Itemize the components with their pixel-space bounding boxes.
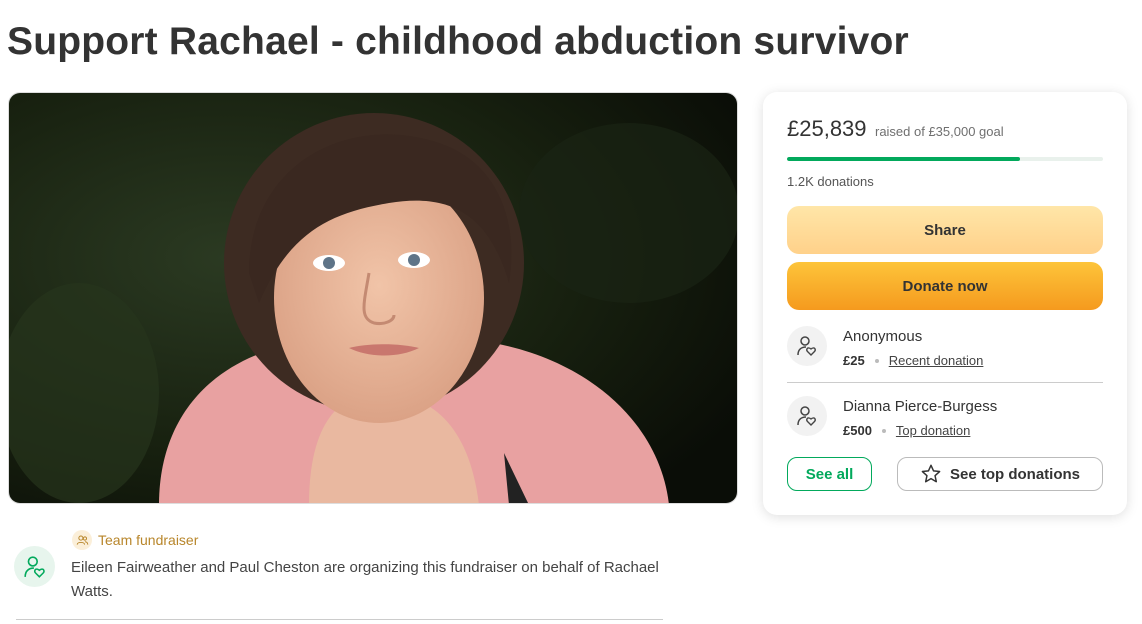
organizer-avatar <box>14 546 55 587</box>
separator-dot <box>881 428 886 433</box>
donor-name: Dianna Pierce-Burgess <box>843 398 998 415</box>
organizer-section: Team fundraiser Eileen Fairweather and P… <box>14 528 664 620</box>
donation-item: Dianna Pierce-Burgess £500 Top donation <box>787 394 1103 454</box>
top-donation-link[interactable]: Top donation <box>896 423 970 438</box>
hero-image <box>8 92 738 504</box>
separator-dot <box>874 358 879 363</box>
team-icon <box>72 530 92 550</box>
portrait-photo <box>9 93 737 503</box>
team-fundraiser-badge: Team fundraiser <box>72 530 198 550</box>
see-top-donations-label: See top donations <box>949 465 1080 483</box>
heart-person-icon <box>797 406 816 426</box>
goal-text: raised of £35,000 goal <box>874 124 1004 139</box>
see-all-button[interactable]: See all <box>787 457 872 491</box>
raised-summary: £25,839 raised of £35,000 goal <box>787 116 1004 142</box>
donor-avatar <box>787 326 827 366</box>
donation-amount: £500 <box>843 423 872 438</box>
heart-person-icon <box>797 336 816 356</box>
share-button[interactable]: Share <box>787 206 1103 254</box>
progress-fill <box>787 157 1021 161</box>
see-top-donations-button[interactable]: See top donations <box>897 457 1103 491</box>
donation-card: £25,839 raised of £35,000 goal 1.2K dona… <box>763 92 1127 515</box>
raised-amount: £25,839 <box>787 116 867 141</box>
donation-meta: £25 Recent donation <box>843 353 983 368</box>
donate-now-button[interactable]: Donate now <box>787 262 1103 310</box>
team-fundraiser-label: Team fundraiser <box>98 532 199 548</box>
page-title: Support Rachael - childhood abduction su… <box>7 20 909 63</box>
donation-item: Anonymous £25 Recent donation <box>787 324 1103 384</box>
heart-person-icon <box>23 555 45 578</box>
organizer-text: Eileen Fairweather and Paul Cheston are … <box>71 559 659 600</box>
donation-meta: £500 Top donation <box>843 423 970 438</box>
donations-count: 1.2K donations <box>787 174 874 189</box>
star-icon <box>921 464 941 483</box>
donor-avatar <box>787 396 827 436</box>
progress-bar <box>787 157 1103 161</box>
divider <box>787 382 1103 383</box>
divider <box>16 619 663 620</box>
donor-name: Anonymous <box>843 328 923 345</box>
recent-donation-link[interactable]: Recent donation <box>889 353 984 368</box>
donation-amount: £25 <box>843 353 865 368</box>
